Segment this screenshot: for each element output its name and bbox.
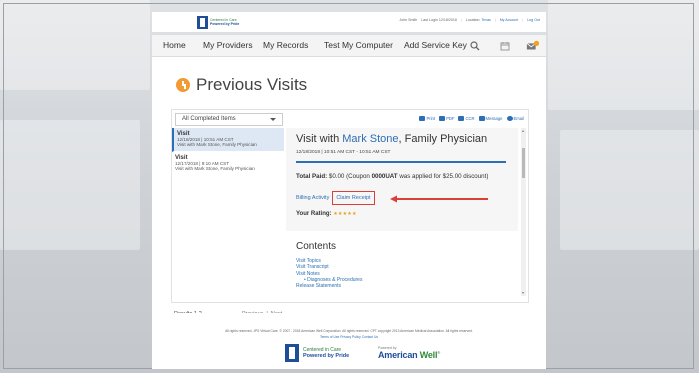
pdf-button[interactable]: PDF (439, 116, 454, 121)
nav-home[interactable]: Home (163, 40, 186, 50)
logout-link[interactable]: Log Out (527, 18, 540, 22)
ccr-button[interactable]: CCR (458, 116, 475, 121)
scroll-down-icon[interactable] (522, 292, 524, 294)
aw-mark: ® (437, 350, 441, 355)
total-paid: Total Paid: $0.00 (Coupon 0000UAT was ap… (296, 173, 489, 180)
annotation-arrow (390, 195, 488, 203)
action-toolbar: Print PDF CCR Message Email (419, 116, 524, 121)
aw-name-b: Well (419, 350, 438, 360)
logo-icon (197, 15, 208, 29)
contents-heading: Contents (296, 241, 337, 252)
visit-detail: Visit with Mark Stone, Family Physician … (286, 128, 518, 296)
pdf-icon (439, 116, 446, 121)
visit-date-range: 12/18/2018 | 10:51 AM CST - 10:51 AM CST (296, 150, 391, 155)
page-footer: All rights reserved. JPS Virtual Care. ©… (152, 313, 546, 369)
visits-panel: All Completed Items Print PDF CCR Messag… (171, 109, 529, 303)
search-icon[interactable] (468, 39, 482, 52)
american-well-logo: Powered by American Well® (378, 346, 440, 360)
logo-icon (285, 344, 299, 362)
brand-logo[interactable]: Centered in Care Powered by Pride (197, 15, 257, 29)
message-icon (478, 116, 485, 121)
print-button[interactable]: Print (419, 116, 435, 121)
contents-release-statements[interactable]: Release Statements (296, 283, 362, 289)
visit-desc: Visit with Mark Stone, Family Physician (177, 142, 257, 148)
footer-links[interactable]: Terms of Use Privacy Policy Contact Us (152, 335, 546, 339)
history-clock-icon (176, 78, 190, 92)
footer-logo-line2: Powered by Pride (303, 353, 350, 359)
copyright-text: All rights reserved. JPS Virtual Care. ©… (225, 329, 473, 333)
nav-my-providers[interactable]: My Providers (203, 40, 253, 50)
ccr-icon (458, 116, 465, 121)
logo-line2: Powered by Pride (210, 22, 240, 26)
scroll-thumb[interactable] (522, 148, 525, 178)
contents-list: Visit Topics Visit Transcript Visit Note… (296, 258, 362, 289)
my-account-link[interactable]: My Account (500, 18, 519, 22)
scroll-up-icon[interactable] (522, 130, 524, 132)
doctor-link[interactable]: Mark Stone (342, 133, 398, 145)
your-rating: Your Rating: ★★★★★ (296, 211, 357, 217)
filter-selected: All Completed Items (182, 116, 236, 122)
nav-test-computer[interactable]: Test My Computer (324, 40, 393, 50)
top-header: Centered in Care Powered by Pride John S… (152, 12, 546, 32)
account-links: John Smith Last Login 12/18/2018 | Locat… (399, 18, 540, 22)
claim-receipt-link[interactable]: Claim Receipt (332, 191, 375, 205)
message-button[interactable]: Message (478, 116, 503, 121)
location-label: Location: (465, 18, 481, 22)
last-login: Last Login 12/18/2018 (421, 18, 457, 22)
email-button[interactable]: Email (506, 116, 524, 121)
nav-add-service-key[interactable]: Add Service Key (404, 40, 467, 50)
footer-brand-logo: Centered in Care Powered by Pride (285, 344, 349, 362)
main-nav: Home My Providers My Records Test My Com… (152, 35, 546, 57)
divider (296, 161, 506, 163)
email-icon (506, 116, 513, 121)
rating-stars: ★★★★★ (333, 211, 357, 217)
list-item[interactable]: Visit 12/17/2018 | 9:10 AM CST Visit wit… (172, 152, 284, 176)
visit-desc: Visit with Mark Stone, Family Physician (175, 166, 255, 172)
chevron-down-icon (270, 118, 276, 121)
visit-heading: Visit with Mark Stone, Family Physician (296, 133, 488, 145)
mail-icon[interactable] (526, 39, 540, 52)
calendar-icon[interactable] (498, 39, 512, 52)
billing-activity-link[interactable]: Billing Activity (296, 195, 329, 201)
page-title: Previous Visits (196, 75, 308, 94)
detail-scrollbar[interactable] (521, 128, 526, 296)
aw-name-a: American (378, 350, 418, 360)
nav-my-records[interactable]: My Records (263, 40, 308, 50)
visit-list: Visit 12/18/2018 | 10:51 AM CST Visit wi… (172, 128, 284, 296)
filter-dropdown[interactable]: All Completed Items (175, 113, 283, 126)
print-icon (419, 116, 426, 121)
location-link[interactable]: Texas (481, 18, 490, 22)
main-content: Previous Visits All Completed Items Prin… (152, 57, 546, 317)
user-name: John Smith (399, 18, 418, 22)
list-item[interactable]: Visit 12/18/2018 | 10:51 AM CST Visit wi… (172, 128, 284, 152)
